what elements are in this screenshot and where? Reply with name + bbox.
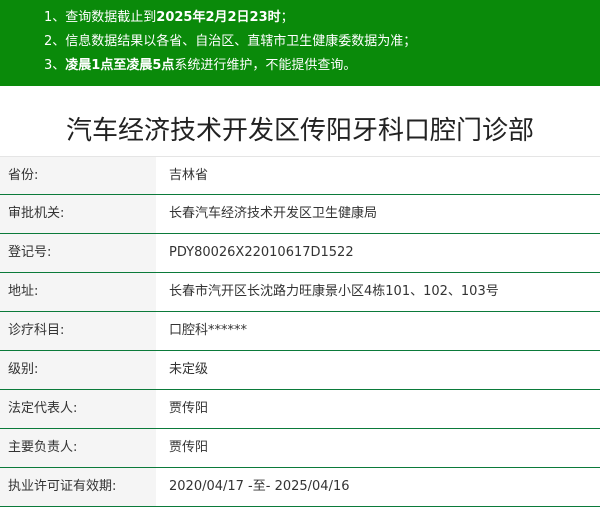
row-label: 省份: [0,157,156,194]
row-label: 诊疗科目: [0,312,156,350]
row-level: 级别: 未定级 [0,351,600,390]
row-value: 2020/04/17 -至- 2025/04/16 [169,479,350,494]
notice-line-3-prefix: 3、 [44,58,66,73]
row-label: 执业许可证有效期: [0,468,156,506]
row-approval-authority: 审批机关: 长春汽车经济技术开发区卫生健康局 [0,195,600,234]
row-province: 省份: 吉林省 [0,156,600,195]
row-legal-representative: 法定代表人: 贾传阳 [0,390,600,429]
notice-line-1-date: 2025年2月2日23时 [156,10,281,25]
row-label: 地址: [0,273,156,311]
row-label: 主要负责人: [0,429,156,467]
row-treatment-subjects: 诊疗科目: 口腔科****** [0,312,600,351]
info-table: 省份: 吉林省 审批机关: 长春汽车经济技术开发区卫生健康局 登记号: PDY8… [0,156,600,507]
row-value: 口腔科****** [169,323,248,338]
row-value: 长春市汽开区长沈路力旺康景小区4栋101、102、103号 [169,284,499,299]
row-label: 审批机关: [0,195,156,233]
notice-line-3-hours: 凌晨1点至凌晨5点 [65,58,175,73]
notice-banner: 1、查询数据截止到2025年2月2日23时； 2、信息数据结果以各省、自治区、直… [0,0,600,86]
row-value: PDY80026X22010617D1522 [169,245,354,260]
row-value: 贾传阳 [169,440,209,455]
row-label: 登记号: [0,234,156,272]
notice-line-1-prefix: 1、查询数据截止到 [44,10,157,25]
notice-line-2: 2、信息数据结果以各省、自治区、直辖市卫生健康委数据为准； [44,34,417,49]
row-value: 贾传阳 [169,401,209,416]
notice-line-3: 3、凌晨1点至凌晨5点系统进行维护，不能提供查询。 [44,54,600,78]
row-label: 法定代表人: [0,390,156,428]
row-label: 级别: [0,351,156,389]
row-value: 未定级 [169,362,209,377]
row-value: 长春汽车经济技术开发区卫生健康局 [169,206,378,221]
row-address: 地址: 长春市汽开区长沈路力旺康景小区4栋101、102、103号 [0,273,600,312]
row-value: 吉林省 [169,168,209,183]
notice-line-1-suffix: ； [280,10,294,25]
row-license-validity: 执业许可证有效期: 2020/04/17 -至- 2025/04/16 [0,468,600,507]
row-registration-number: 登记号: PDY80026X22010617D1522 [0,234,600,273]
notice-line-3-suffix: 系统进行维护，不能提供查询。 [174,58,357,73]
page-title: 汽车经济技术开发区传阳牙科口腔门诊部 [65,116,534,146]
row-principal: 主要负责人: 贾传阳 [0,429,600,468]
notice-line-1: 1、查询数据截止到2025年2月2日23时； [44,6,600,30]
